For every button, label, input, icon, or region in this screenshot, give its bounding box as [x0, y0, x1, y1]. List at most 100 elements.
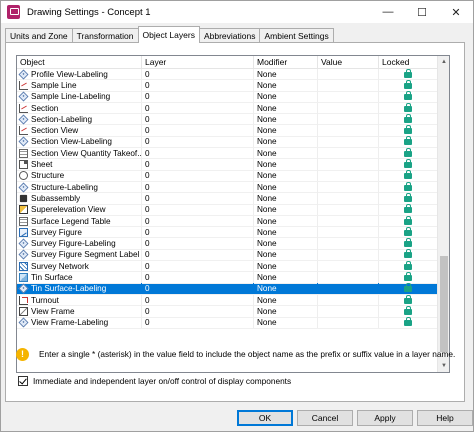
cell-layer[interactable]: 0 [142, 192, 254, 204]
help-button[interactable]: Help [417, 410, 473, 426]
cell-layer[interactable]: 0 [142, 215, 254, 227]
cell-locked[interactable] [379, 125, 439, 137]
column-header-value[interactable]: Value [318, 56, 379, 69]
cell-modifier[interactable]: None [254, 159, 318, 171]
lock-icon[interactable] [404, 260, 412, 270]
table-row[interactable]: Survey Figure Segment Label 0 None [17, 249, 439, 262]
cell-locked[interactable] [379, 159, 439, 171]
cell-modifier[interactable]: None [254, 215, 318, 227]
cell-layer[interactable]: 0 [142, 136, 254, 148]
cell-layer[interactable]: 0 [142, 113, 254, 125]
vertical-scrollbar[interactable]: ▲ ▼ [437, 56, 449, 372]
scroll-thumb[interactable] [440, 256, 448, 352]
cell-locked[interactable] [379, 113, 439, 125]
cell-layer[interactable]: 0 [142, 226, 254, 238]
layer-control-checkbox[interactable] [18, 376, 28, 386]
cell-modifier[interactable]: None [254, 260, 318, 272]
table-row[interactable]: Sample Line-Labeling 0 None [17, 91, 439, 103]
lock-icon[interactable] [404, 215, 412, 225]
cell-object[interactable]: Survey Figure [17, 226, 142, 238]
cell-object[interactable]: Superelevation View [17, 204, 142, 216]
cell-value[interactable] [318, 249, 379, 261]
cell-layer[interactable]: 0 [142, 260, 254, 272]
cell-value[interactable] [318, 68, 379, 80]
cell-modifier[interactable]: None [254, 305, 318, 317]
lock-icon[interactable] [404, 91, 412, 101]
lock-icon[interactable] [404, 294, 412, 304]
lock-icon[interactable] [404, 113, 412, 123]
cell-layer[interactable]: 0 [142, 305, 254, 317]
table-row[interactable]: Survey Figure-Labeling 0 None [17, 238, 439, 250]
tab-object-layers[interactable]: Object Layers [137, 26, 200, 43]
cell-layer[interactable]: 0 [142, 147, 254, 159]
cell-value[interactable] [318, 102, 379, 114]
cell-value[interactable] [318, 260, 379, 272]
cell-locked[interactable] [379, 238, 439, 250]
cell-locked[interactable] [379, 305, 439, 317]
table-row[interactable]: Tin Surface 0 None [17, 272, 439, 284]
cell-object[interactable]: Section View-Labeling [17, 136, 142, 148]
cell-object[interactable]: View Frame-Labeling [17, 317, 142, 329]
lock-icon[interactable] [404, 249, 412, 259]
cell-object[interactable]: Subassembly [17, 192, 142, 204]
lock-icon[interactable] [404, 226, 412, 236]
cell-modifier[interactable]: None [254, 317, 318, 329]
table-row[interactable]: Section View Quantity Takeof... 0 None [17, 147, 439, 160]
cell-modifier[interactable]: None [254, 170, 318, 182]
cell-value[interactable] [318, 159, 379, 171]
cell-locked[interactable] [379, 260, 439, 272]
cell-object[interactable]: Section [17, 102, 142, 114]
cell-modifier[interactable]: None [254, 125, 318, 137]
lock-icon[interactable] [404, 79, 412, 89]
cell-modifier[interactable]: None [254, 102, 318, 114]
cell-locked[interactable] [379, 147, 439, 159]
table-row[interactable]: Structure-Labeling 0 None [17, 181, 439, 194]
cell-object[interactable]: Sheet [17, 159, 142, 171]
lock-icon[interactable] [404, 159, 412, 169]
lock-icon[interactable] [404, 204, 412, 214]
cell-object[interactable]: Survey Figure-Labeling [17, 238, 142, 250]
cell-locked[interactable] [379, 283, 439, 295]
cell-value[interactable] [318, 113, 379, 125]
lock-icon[interactable] [404, 192, 412, 202]
cell-locked[interactable] [379, 204, 439, 216]
cell-value[interactable] [318, 91, 379, 103]
cell-locked[interactable] [379, 170, 439, 182]
cell-object[interactable]: Survey Figure Segment Label [17, 249, 142, 261]
cell-modifier[interactable]: None [254, 204, 318, 216]
cell-value[interactable] [318, 283, 379, 295]
cell-value[interactable] [318, 192, 379, 204]
lock-icon[interactable] [404, 272, 412, 281]
tab-transformation[interactable]: Transformation [71, 28, 139, 43]
lock-icon[interactable] [404, 68, 412, 78]
cell-object[interactable]: Structure-Labeling [17, 181, 142, 193]
table-row[interactable]: Subassembly 0 None [17, 192, 439, 205]
cell-locked[interactable] [379, 136, 439, 148]
cell-modifier[interactable]: None [254, 79, 318, 91]
cell-layer[interactable]: 0 [142, 272, 254, 283]
cancel-button[interactable]: Cancel [297, 410, 353, 426]
cell-locked[interactable] [379, 294, 439, 306]
table-row[interactable]: Section View 0 None [17, 125, 439, 137]
cell-locked[interactable] [379, 249, 439, 261]
tab-ambient-settings[interactable]: Ambient Settings [259, 28, 334, 43]
cell-layer[interactable]: 0 [142, 79, 254, 91]
table-row[interactable]: Survey Network 0 None [17, 260, 439, 273]
table-row[interactable]: Tin Surface-Labeling 0 None [17, 283, 439, 295]
cell-value[interactable] [318, 272, 379, 283]
cell-object[interactable]: Turnout [17, 294, 142, 306]
cell-modifier[interactable]: None [254, 113, 318, 125]
lock-icon[interactable] [404, 147, 412, 157]
column-header-layer[interactable]: Layer [142, 56, 254, 69]
cell-object[interactable]: Section-Labeling [17, 113, 142, 125]
cell-object[interactable]: Sample Line-Labeling [17, 91, 142, 103]
cell-modifier[interactable]: None [254, 192, 318, 204]
cell-layer[interactable]: 0 [142, 283, 254, 295]
cell-value[interactable] [318, 204, 379, 216]
cell-object[interactable]: Section View [17, 125, 142, 137]
cell-locked[interactable] [379, 181, 439, 193]
cell-object[interactable]: Surface Legend Table [17, 215, 142, 227]
cell-object[interactable]: Structure [17, 170, 142, 182]
cell-layer[interactable]: 0 [142, 249, 254, 261]
lock-icon[interactable] [404, 102, 412, 112]
